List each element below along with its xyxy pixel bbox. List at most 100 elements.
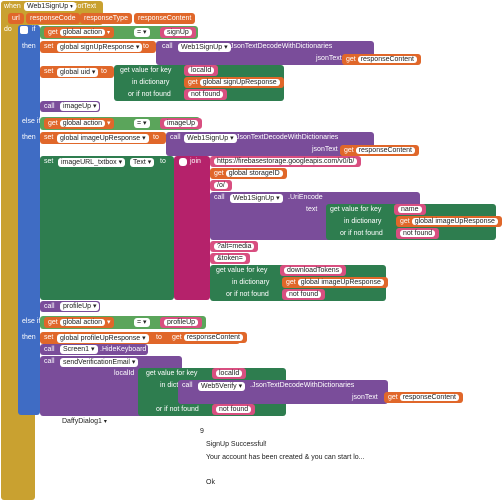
jsontext-label: jsonText [316,55,342,62]
branch3-cond-val[interactable]: profileUp [160,317,203,328]
jsontext-label: jsonText [352,394,378,401]
branch3-eq-dropdown[interactable]: = ▾ [134,318,150,327]
param-responsetype[interactable]: responseType [80,13,132,24]
get-value-label: get value for key [120,67,172,74]
call-label: call [44,346,55,353]
dialog-component-dropdown[interactable]: DaffyDialog1 ▾ [62,418,107,425]
param-responsecontent[interactable]: responseContent [134,13,196,24]
call-label: call [44,358,55,365]
get-value-label: get value for key [216,267,268,274]
branch2-decode-method: .JsonTextDecodeWithDictionaries [234,134,339,141]
branch2-decode-arg[interactable]: get responseContent [340,145,420,156]
branch1-eq-dropdown[interactable]: = ▾ [134,28,150,37]
call-label: call [162,43,173,50]
branch2-cond-var[interactable]: get global action ▾ [44,118,115,129]
branch1-call-proc[interactable]: imageUp ▾ [60,102,100,111]
branch3-cond-var[interactable]: get global action ▾ [44,317,115,328]
set-label: set [44,158,54,165]
branch2-set1-var[interactable]: global imageUpResponse ▾ [57,134,149,143]
branch2-call-proc[interactable]: profileUp ▾ [60,302,100,311]
join-item-token[interactable]: &token= [210,253,250,264]
not-found-label: or if not found [128,91,171,98]
event-component-dropdown[interactable]: Web1SignUp ▾ [24,2,77,11]
join-gear-icon[interactable] [179,158,187,166]
dialog-message: Your account has been created & you can … [206,454,365,461]
branch3-decode-component[interactable]: Web5Verify ▾ [198,382,246,391]
to-label: to [160,158,166,165]
dialog-ok-button[interactable]: Ok [206,479,215,486]
to-label: to [143,43,149,50]
not-found-label: or if not found [156,406,199,413]
dialog-title: SignUp Successful! [206,441,267,448]
branch3-set1-arg[interactable]: get responseContent [168,332,248,343]
branch3-key[interactable]: localId [212,368,247,379]
branch2-set2-component[interactable]: imageURL_txtbox ▾ [58,158,126,167]
in-dict-label: in dictionary [232,279,270,286]
param-responsecode[interactable]: responseCode [26,13,80,24]
get-value-label: get value for key [146,370,198,377]
branch1-key[interactable]: localId [184,65,219,76]
call-label: call [170,134,181,141]
gear-icon[interactable] [20,26,28,34]
token-dict[interactable]: get global imageUpResponse [282,277,388,288]
branch1-set2-var[interactable]: global uid ▾ [57,68,99,77]
branch3-decode-method: .JsonTextDecodeWithDictionaries [250,382,355,389]
set-label: set [44,334,54,341]
join-block[interactable] [174,156,210,300]
branch2-decode-component[interactable]: Web1SignUp ▾ [184,134,237,143]
in-dict-label: in dictionary [132,79,170,86]
to-label: to [156,334,162,341]
branch2-set2-prop[interactable]: Text ▾ [130,158,155,167]
if-label: if [32,26,36,33]
branch1-cond-var[interactable]: get global action ▾ [44,27,114,38]
not-found-label: or if not found [340,230,383,237]
branch1-notfound[interactable]: not found [184,89,228,100]
set-label: set [44,43,54,50]
to-label: to [153,134,159,141]
param-url[interactable]: url [8,13,24,24]
uri-notfound[interactable]: not found [396,228,440,239]
when-label: when [4,3,21,10]
sendverification-proc[interactable]: sendVerificationEmail ▾ [60,358,139,367]
branch2-set2[interactable] [40,156,174,300]
else-if-label-2: else if [22,118,41,125]
branch3-notfound[interactable]: not found [212,404,256,415]
join-item-url[interactable]: https://firebasestorage.googleapis.com/v… [210,156,362,167]
uri-dict[interactable]: get global imageUpResponse [396,216,502,227]
uri-key[interactable]: name [394,204,426,215]
branch1-dict[interactable]: get global signUpResponse [184,77,284,88]
branch2-eq-dropdown[interactable]: = ▾ [134,119,150,128]
text-label: text [306,206,318,213]
branch1-set1-var[interactable]: global signUpResponse ▾ [57,43,143,52]
token-key[interactable]: downloadTokens [280,265,347,276]
then-label-1: then [22,43,36,50]
branch1-decode-component[interactable]: Web1SignUp ▾ [178,43,231,52]
call-label: call [44,303,55,310]
branch3-set1-var[interactable]: global profileUpResponse ▾ [57,334,149,343]
else-if-label-3: else if [22,318,41,325]
then-label-2: then [22,134,36,141]
jsontext-label: jsonText [312,146,338,153]
join-item-storageid[interactable]: get global storageID [210,168,287,179]
if-block-frame[interactable] [18,25,40,415]
branch1-cond-val[interactable]: signUp [160,27,196,38]
branch1-decode-method: .JsonTextDecodeWithDictionaries [228,43,333,50]
to-label: to [101,68,107,75]
join-item-o[interactable]: /o/ [210,180,232,191]
event-name: GotText [72,3,97,10]
set-label: set [44,134,54,141]
call-label: call [214,194,225,201]
hidekeyboard-component[interactable]: Screen1 ▾ [60,345,98,354]
then-label-3: then [22,334,36,341]
uriencode-method: .UriEncode [288,194,323,201]
token-notfound[interactable]: not found [282,289,326,300]
branch3-decode-arg[interactable]: get responseContent [384,392,464,403]
call-label: call [44,103,55,110]
branch2-cond-val[interactable]: imageUp [160,118,203,129]
uriencode-component[interactable]: Web1SignUp ▾ [230,194,283,203]
join-item-altmedia[interactable]: ?alt=media [210,241,259,252]
dialog-number: 9 [200,428,204,435]
branch1-decode-arg[interactable]: get responseContent [342,54,422,65]
hidekeyboard-method: .HideKeyboard [100,346,147,353]
join-label: join [190,158,201,165]
